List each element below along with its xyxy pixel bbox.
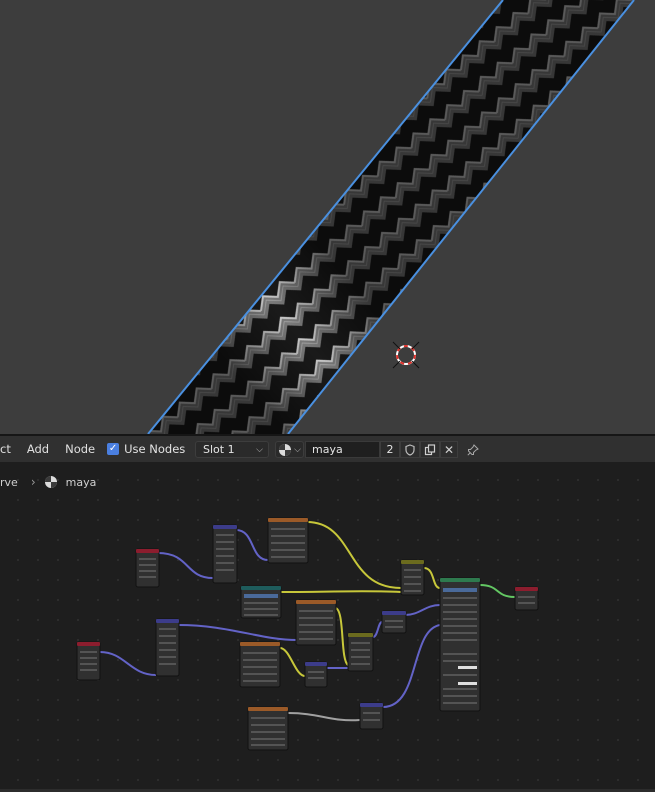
shield-icon (405, 443, 415, 456)
node-link (235, 529, 269, 561)
material-name-value: maya (312, 443, 343, 456)
node-graph (76, 517, 539, 751)
pin-icon (467, 443, 479, 456)
node (359, 702, 384, 730)
node-link (279, 590, 402, 593)
node-link (157, 552, 214, 579)
node (381, 610, 407, 634)
node-link (423, 567, 441, 589)
node (267, 517, 309, 564)
node-link (334, 607, 349, 666)
node-link (479, 584, 516, 598)
cursor-3d-icon[interactable] (392, 341, 420, 369)
menu-add[interactable]: Add (17, 442, 55, 456)
menu-select[interactable]: ct (0, 442, 17, 456)
node (240, 585, 282, 619)
fake-user-button[interactable] (400, 441, 420, 458)
chevron-down-icon: ⌵ (294, 444, 301, 455)
duplicate-icon (424, 443, 436, 455)
node-link (382, 624, 441, 708)
user-count-button[interactable]: 2 (380, 441, 400, 458)
chevron-right-icon: › (30, 475, 36, 489)
close-icon: ✕ (443, 442, 455, 457)
node-link (372, 621, 383, 638)
breadcrumb: rve › maya (0, 474, 96, 490)
3d-viewport[interactable] (0, 0, 655, 434)
braided-cable-render (147, 0, 635, 434)
menu-node[interactable]: Node (55, 442, 101, 456)
checkmark-icon[interactable]: ✓ (107, 443, 120, 455)
use-nodes-toggle[interactable]: ✓ Use Nodes (107, 442, 185, 456)
breadcrumb-material: maya (65, 475, 97, 489)
node (76, 641, 101, 681)
node-link (279, 647, 306, 677)
slot-label: Slot 1 (203, 443, 235, 456)
node (155, 618, 180, 677)
node (439, 577, 481, 712)
node (247, 706, 289, 751)
node-link (287, 712, 361, 722)
node-link (177, 624, 298, 641)
node (295, 599, 337, 646)
node (239, 641, 281, 688)
breadcrumb-object: rve (0, 475, 18, 489)
node-editor-canvas[interactable] (0, 462, 655, 792)
unlink-material-button[interactable]: ✕ (440, 441, 458, 458)
slot-dropdown[interactable]: Slot 1 ⌵ (195, 441, 269, 458)
node (400, 559, 425, 596)
node (135, 548, 160, 588)
node (212, 524, 238, 584)
material-sphere-icon (279, 443, 292, 456)
duplicate-material-button[interactable] (420, 441, 440, 458)
material-browse-button[interactable]: ⌵ (275, 441, 304, 458)
node-link (306, 521, 402, 589)
node (514, 586, 539, 611)
use-nodes-label: Use Nodes (124, 442, 186, 456)
node-link (99, 651, 157, 676)
material-name-field[interactable]: maya (305, 441, 380, 458)
node-link (404, 604, 441, 616)
chevron-down-icon: ⌵ (256, 444, 263, 455)
pin-button[interactable] (464, 441, 482, 458)
user-count: 2 (386, 443, 394, 456)
material-sphere-icon (44, 476, 57, 488)
node (304, 661, 328, 688)
node (347, 632, 374, 672)
